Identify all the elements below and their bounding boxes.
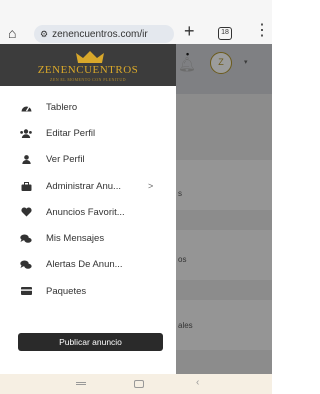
url-text: zenencuentros.com/ir (52, 28, 148, 40)
menu-item-administrar-anuncios[interactable]: Administrar Anu... > (0, 173, 176, 199)
menu-item-label: Mis Mensajes (46, 233, 105, 245)
recent-apps-icon[interactable] (76, 382, 86, 385)
menu-item-tablero[interactable]: Tablero (0, 94, 176, 120)
menu-item-label: Administrar Anu... (46, 180, 121, 192)
system-nav-bar: ‹ (0, 374, 272, 394)
back-icon[interactable]: ‹ (196, 377, 199, 388)
site-logo-icon: Z (210, 52, 232, 74)
menu-item-label: Alertas De Anun... (46, 259, 123, 271)
menu-item-label: Tablero (46, 101, 78, 113)
url-bar[interactable]: ⚙ zenencuentros.com/ir (34, 25, 174, 43)
content-fragment: os (178, 255, 187, 264)
briefcase-icon (20, 180, 32, 192)
content-band (176, 160, 272, 210)
browser-menu-icon[interactable]: ⋮ (254, 23, 270, 39)
notification-dot: • (186, 49, 190, 59)
menu-item-label: Editar Perfil (46, 127, 96, 139)
chat-icon (20, 259, 32, 271)
menu-item-alertas-de-anuncios[interactable]: Alertas De Anun... (0, 252, 176, 278)
home-button-icon[interactable] (134, 380, 144, 388)
brand-header[interactable]: ZENENCUENTROS ZEN EL MOMENTO CON PLENITU… (0, 44, 176, 86)
menu-item-paquetes[interactable]: Paquetes (0, 278, 176, 304)
tab-count-button[interactable]: 18 (218, 27, 232, 40)
users-icon (20, 127, 32, 139)
brand-name: ZENENCUENTROS (37, 64, 139, 76)
crown-icon (76, 51, 104, 63)
new-tab-icon[interactable]: + (184, 22, 195, 40)
brand-tagline: ZEN EL MOMENTO CON PLENITUD (50, 77, 126, 82)
home-icon[interactable]: ⌂ (8, 26, 22, 40)
menu-item-ver-perfil[interactable]: Ver Perfil (0, 147, 176, 173)
menu-item-label: Paquetes (46, 285, 87, 297)
publish-ad-button[interactable]: Publicar anuncio (18, 333, 163, 351)
card-icon (20, 285, 32, 297)
chevron-right-icon: > (148, 181, 154, 192)
nav-drawer: ZENENCUENTROS ZEN EL MOMENTO CON PLENITU… (0, 44, 176, 374)
chat-icon (20, 233, 32, 245)
drawer-menu: Tablero Editar Perfil Ver Perfil Adminis… (0, 94, 176, 304)
chevron-down-icon: ▾ (244, 59, 248, 66)
content-band (176, 230, 272, 280)
menu-item-label: Anuncios Favorit... (46, 206, 125, 218)
menu-item-anuncios-favoritos[interactable]: Anuncios Favorit... (0, 199, 176, 225)
site-settings-icon[interactable]: ⚙ (40, 29, 48, 40)
content-fragment: ales (178, 321, 193, 330)
browser-toolbar: ⌂ ⚙ zenencuentros.com/ir + 18 ⋮ (0, 0, 272, 44)
user-icon (20, 154, 32, 166)
menu-item-mis-mensajes[interactable]: Mis Mensajes (0, 225, 176, 251)
dashboard-icon (20, 101, 32, 113)
menu-item-label: Ver Perfil (46, 154, 85, 166)
menu-item-editar-perfil[interactable]: Editar Perfil (0, 120, 176, 146)
content-fragment: s (178, 189, 182, 198)
heart-icon (20, 206, 32, 218)
